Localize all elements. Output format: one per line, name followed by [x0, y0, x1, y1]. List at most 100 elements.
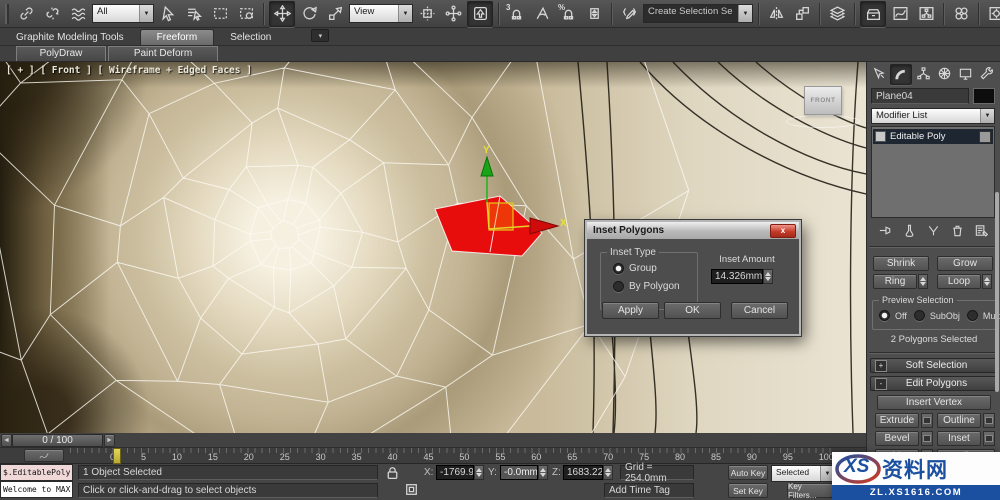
show-end-result-icon[interactable]: [900, 222, 918, 239]
preview-subobj-radio[interactable]: SubObj: [913, 310, 960, 321]
selection-filter-dropdown[interactable]: All: [92, 4, 154, 23]
select-and-scale-icon[interactable]: [323, 2, 347, 26]
select-and-link-icon[interactable]: [14, 2, 38, 26]
radio-group[interactable]: Group: [613, 263, 657, 274]
display-tab-icon[interactable]: [955, 64, 975, 83]
edit-named-selection-sets-icon[interactable]: [617, 2, 641, 26]
z-coordinate-field[interactable]: 1683.229mm: [563, 465, 603, 480]
schematic-view-icon[interactable]: [914, 2, 938, 26]
ok-button[interactable]: OK: [664, 302, 721, 319]
manage-layers-icon[interactable]: [825, 2, 849, 26]
radio-icon[interactable]: [613, 263, 624, 274]
insert-vertex-button[interactable]: Insert Vertex: [877, 395, 991, 410]
radio-icon[interactable]: [879, 310, 890, 321]
spinner-arrows-icon[interactable]: [763, 269, 773, 284]
dropdown-arrow-icon[interactable]: [738, 5, 752, 22]
soft-selection-rollout[interactable]: + Soft Selection: [870, 358, 997, 373]
create-tab-icon[interactable]: [869, 64, 889, 83]
inset-button[interactable]: Inset: [937, 431, 981, 446]
track-bar[interactable]: 0510152025303540455055606570758085909510…: [0, 448, 866, 464]
time-slider-next-icon[interactable]: ►: [104, 434, 115, 447]
angle-snap-toggle-icon[interactable]: [530, 2, 554, 26]
viewcube[interactable]: FRONT: [804, 86, 842, 115]
material-editor-icon[interactable]: [949, 2, 973, 26]
radio-icon[interactable]: [913, 310, 925, 321]
loop-button[interactable]: Loop: [937, 274, 981, 289]
ring-button[interactable]: Ring: [873, 274, 917, 289]
selection-lock-icon[interactable]: [384, 464, 401, 481]
modifier-bulb-icon[interactable]: [875, 131, 886, 142]
utilities-tab-icon[interactable]: [976, 64, 996, 83]
motion-tab-icon[interactable]: [934, 64, 954, 83]
curve-editor-icon[interactable]: [888, 2, 912, 26]
dropdown-arrow-icon[interactable]: [398, 5, 412, 22]
named-selection-sets-dropdown[interactable]: Create Selection Se: [643, 4, 753, 23]
panel-scrollbar[interactable]: [995, 192, 999, 392]
pin-stack-icon[interactable]: [876, 222, 894, 239]
apply-button[interactable]: Apply: [602, 302, 659, 319]
z-spinner[interactable]: [603, 465, 613, 480]
percent-snap-toggle-icon[interactable]: %: [556, 2, 580, 26]
modifier-stack[interactable]: Editable Poly: [871, 126, 995, 218]
radio-by-polygon[interactable]: By Polygon: [613, 281, 680, 292]
stack-pin-icon[interactable]: [979, 130, 991, 143]
ribbon-minimize-icon[interactable]: [311, 29, 330, 42]
inset-amount-spinner[interactable]: 14.326mm: [711, 269, 773, 284]
bevel-button[interactable]: Bevel: [875, 431, 919, 446]
close-icon[interactable]: x: [770, 224, 796, 238]
hierarchy-tab-icon[interactable]: [913, 64, 933, 83]
unlink-selection-icon[interactable]: [40, 2, 64, 26]
align-icon[interactable]: [790, 2, 814, 26]
cancel-button[interactable]: Cancel: [731, 302, 788, 319]
subtab-polydraw[interactable]: PolyDraw: [16, 46, 106, 61]
toolbar-grip[interactable]: [5, 3, 9, 24]
maxscript-mini-listener-output[interactable]: Welcome to MAX!: [0, 481, 73, 498]
object-name-field[interactable]: Plane04: [871, 88, 969, 104]
use-pivot-point-center-icon[interactable]: [415, 2, 439, 26]
open-mini-curve-editor-button[interactable]: [24, 449, 64, 462]
auto-key-button[interactable]: Auto Key: [728, 465, 768, 480]
graphite-modeling-tools-toggle-icon[interactable]: [860, 0, 886, 27]
time-caret[interactable]: [113, 448, 121, 464]
x-spinner[interactable]: [474, 465, 484, 480]
modifier-stack-item-editable-poly[interactable]: Editable Poly: [873, 129, 993, 144]
time-slider-handle[interactable]: 0 / 100: [12, 434, 103, 447]
extrude-button[interactable]: Extrude: [875, 413, 919, 428]
spinner-snap-toggle-icon[interactable]: [582, 2, 606, 26]
maxscript-mini-listener-macro[interactable]: $.EditablePoly.: [0, 464, 73, 481]
radio-icon[interactable]: [966, 310, 978, 321]
outline-button[interactable]: Outline: [937, 413, 981, 428]
selected-dropdown[interactable]: Selected: [771, 465, 835, 482]
make-unique-icon[interactable]: [924, 222, 942, 239]
snap-toggle-3d-icon[interactable]: 3: [504, 2, 528, 26]
subtab-paint-deform[interactable]: Paint Deform: [108, 46, 218, 61]
mirror-icon[interactable]: [764, 2, 788, 26]
loop-spinner[interactable]: [982, 274, 992, 289]
dropdown-arrow-icon[interactable]: [980, 109, 994, 123]
modifier-list-dropdown[interactable]: Modifier List: [871, 108, 995, 124]
inset-settings-icon[interactable]: [983, 431, 995, 446]
viewport-label[interactable]: [ + ] [ Front ] [ Wireframe + Edged Face…: [6, 65, 252, 76]
collapse-icon[interactable]: -: [875, 377, 887, 390]
object-color-swatch[interactable]: [973, 88, 995, 104]
modify-tab-icon[interactable]: [890, 64, 912, 85]
set-key-button[interactable]: Set Key: [728, 483, 768, 498]
window-crossing-icon[interactable]: [234, 2, 258, 26]
remove-modifier-icon[interactable]: [948, 222, 966, 239]
grow-button[interactable]: Grow: [937, 256, 993, 271]
x-coordinate-field[interactable]: -1769.952: [436, 465, 474, 480]
select-and-rotate-icon[interactable]: [297, 2, 321, 26]
dropdown-arrow-icon[interactable]: [139, 5, 153, 22]
select-and-move-icon[interactable]: [269, 0, 295, 27]
outline-settings-icon[interactable]: [983, 413, 995, 428]
inset-amount-value[interactable]: 14.326mm: [711, 269, 763, 284]
select-object-icon[interactable]: [156, 2, 180, 26]
tab-selection[interactable]: Selection: [214, 30, 287, 45]
preview-off-radio[interactable]: Off: [879, 310, 907, 321]
expand-icon[interactable]: +: [875, 359, 887, 372]
y-coordinate-field[interactable]: -0.0mm: [500, 465, 538, 480]
bind-to-space-warp-icon[interactable]: [66, 2, 90, 26]
select-and-manipulate-icon[interactable]: [441, 2, 465, 26]
extrude-settings-icon[interactable]: [921, 413, 933, 428]
add-time-tag-field[interactable]: Add Time Tag: [604, 483, 694, 498]
